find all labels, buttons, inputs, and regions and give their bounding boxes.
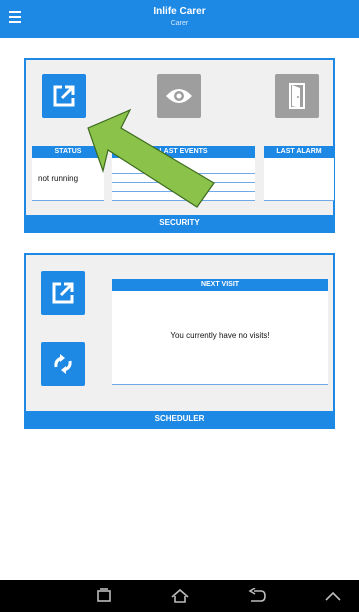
recent-apps-icon [97,588,111,602]
app-title: Inlife Carer [153,6,206,17]
next-visit-header: NEXT VISIT [112,279,328,291]
app-screen: Inlife Carer Carer STATUS not running LA… [0,0,359,612]
eye-icon [166,89,192,103]
event-row-line [112,182,255,183]
home-button[interactable] [170,588,190,604]
open-external-icon [52,282,74,304]
security-footer: SECURITY [26,215,333,231]
chevron-up-button[interactable] [323,588,343,604]
next-visit-divider [112,384,328,385]
last-events-card: LAST EVENTS [112,146,255,201]
status-header: STATUS [32,146,104,158]
scheduler-open-button[interactable] [41,271,85,315]
next-visit-message: You currently have no visits! [170,331,270,340]
scheduler-footer: SCHEDULER [26,411,333,427]
home-icon [171,588,189,603]
chevron-up-icon [325,591,341,601]
door-icon [289,83,305,109]
alarm-divider [264,200,334,201]
back-icon [248,587,266,602]
app-bar: Inlife Carer Carer [0,0,359,38]
scheduler-panel: NEXT VISIT You currently have no visits!… [24,253,335,429]
event-row-line [112,191,255,192]
security-open-button[interactable] [42,74,86,118]
status-divider [32,200,104,201]
view-events-button[interactable] [157,74,201,118]
event-row-line [112,173,255,174]
last-alarm-header: LAST ALARM [264,146,334,158]
door-alarm-button[interactable] [275,74,319,118]
sync-icon [54,354,72,374]
last-events-header: LAST EVENTS [112,146,255,158]
sync-button[interactable] [41,342,85,386]
back-button[interactable] [247,587,267,604]
next-visit-card: NEXT VISIT You currently have no visits! [112,279,328,385]
status-card: STATUS not running [32,146,104,201]
last-alarm-card: LAST ALARM [264,146,334,201]
open-external-icon [53,85,75,107]
event-row-line [112,200,255,201]
app-subtitle: Carer [170,20,189,27]
security-panel: STATUS not running LAST EVENTS LAST ALAR… [24,58,335,233]
status-value: not running [38,174,79,183]
recent-apps-button[interactable] [94,588,114,604]
system-nav-bar [0,580,359,612]
